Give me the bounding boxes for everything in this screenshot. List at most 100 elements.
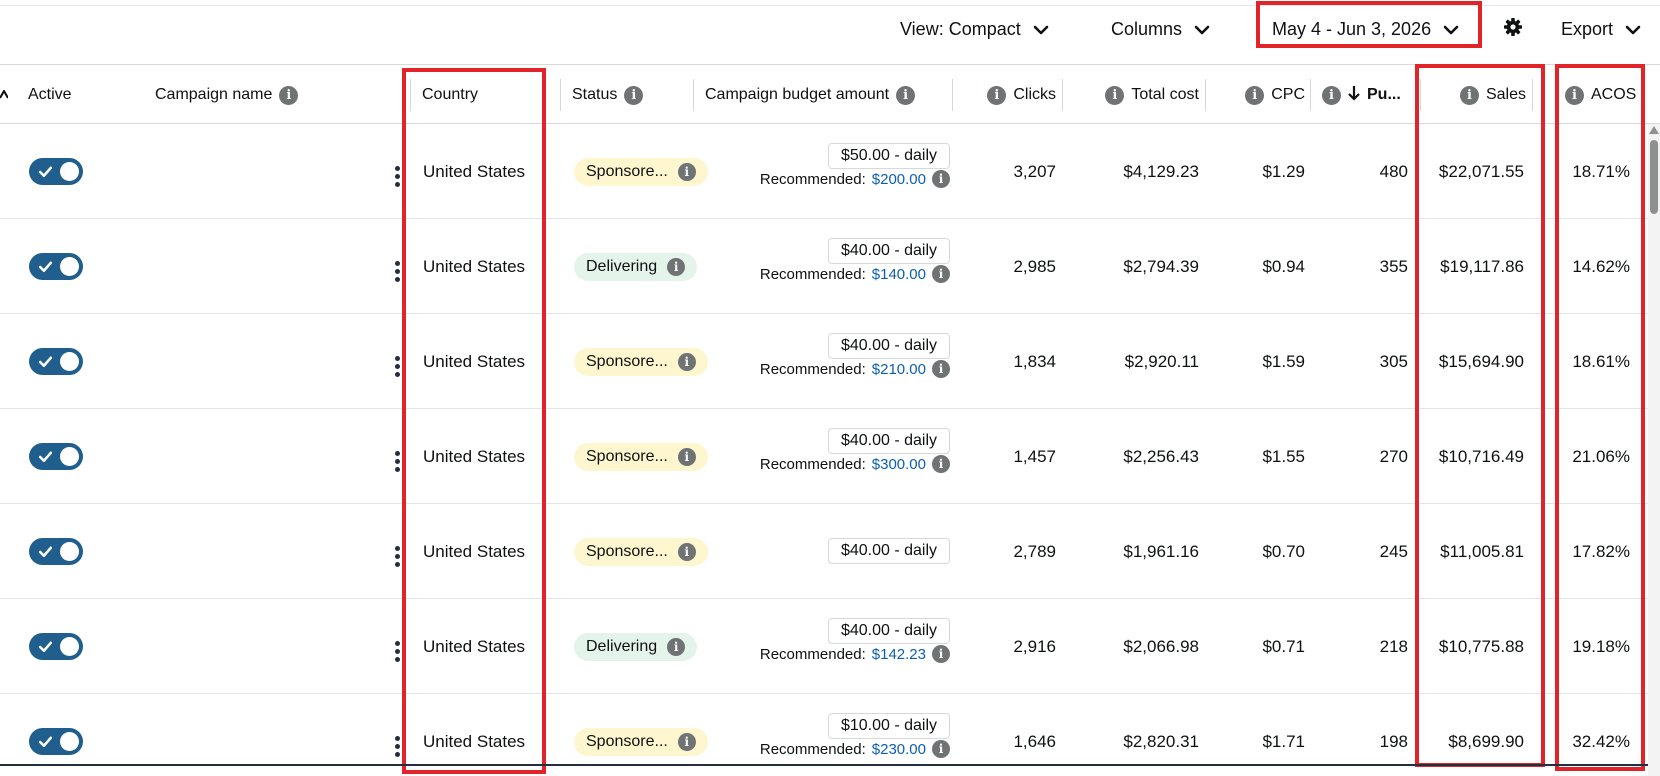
- info-icon[interactable]: i: [677, 542, 696, 561]
- recommended-amount-link[interactable]: $210.00: [872, 361, 926, 378]
- info-icon[interactable]: i: [987, 85, 1007, 105]
- column-divider[interactable]: [1532, 79, 1533, 111]
- info-icon[interactable]: i: [624, 85, 644, 105]
- info-icon[interactable]: i: [932, 265, 950, 283]
- col-header-budget[interactable]: Campaign budget amount i: [705, 65, 916, 125]
- col-header-sales[interactable]: i Sales: [1428, 65, 1526, 125]
- info-icon[interactable]: i: [677, 162, 696, 181]
- status-badge[interactable]: Sponsore... i: [574, 442, 708, 471]
- table-row[interactable]: United States Delivering i $40.00 - dail…: [0, 219, 1650, 314]
- info-icon[interactable]: i: [677, 732, 696, 751]
- col-header-purchases[interactable]: i Pu...: [1322, 65, 1401, 125]
- info-icon[interactable]: i: [1322, 85, 1341, 105]
- budget-amount[interactable]: $40.00 - daily: [827, 618, 950, 644]
- col-header-country[interactable]: Country: [422, 65, 478, 125]
- table-row[interactable]: United States Sponsore... i $40.00 - dai…: [0, 314, 1650, 409]
- info-icon[interactable]: i: [896, 85, 916, 105]
- clicks-cell: 2,985: [960, 219, 1056, 314]
- view-dropdown[interactable]: View: Compact: [900, 6, 1049, 52]
- info-icon[interactable]: i: [677, 352, 696, 371]
- sort-down-arrow-icon: [1348, 85, 1360, 106]
- vertical-scrollbar[interactable]: [1648, 124, 1660, 776]
- status-badge[interactable]: Sponsore... i: [574, 727, 708, 756]
- col-header-cpc[interactable]: i CPC: [1213, 65, 1305, 125]
- export-label: Export: [1561, 18, 1614, 39]
- column-divider[interactable]: [1062, 79, 1063, 111]
- recommended-amount-link[interactable]: $140.00: [872, 266, 926, 283]
- recommended-budget: Recommended: $200.00 i: [760, 170, 950, 188]
- more-options-icon[interactable]: [395, 261, 401, 285]
- active-toggle[interactable]: [29, 728, 83, 755]
- purchases-cell: 480: [1322, 124, 1408, 219]
- date-range-picker[interactable]: May 4 - Jun 3, 2026: [1272, 6, 1459, 52]
- status-badge[interactable]: Sponsore... i: [574, 537, 708, 566]
- col-header-acos[interactable]: i ACOS: [1565, 65, 1636, 125]
- active-toggle[interactable]: [29, 253, 83, 280]
- scroll-up-arrow-icon[interactable]: [1649, 126, 1659, 134]
- budget-amount[interactable]: $40.00 - daily: [827, 428, 950, 454]
- info-icon[interactable]: i: [667, 637, 686, 656]
- column-divider[interactable]: [1205, 79, 1206, 111]
- status-badge[interactable]: Delivering i: [574, 252, 698, 281]
- more-options-icon[interactable]: [395, 356, 401, 380]
- scrollbar-thumb[interactable]: [1650, 140, 1658, 214]
- col-header-total-cost[interactable]: i Total cost: [1070, 65, 1199, 125]
- info-icon[interactable]: i: [1105, 85, 1125, 105]
- budget-amount[interactable]: $10.00 - daily: [827, 713, 950, 739]
- budget-amount[interactable]: $50.00 - daily: [827, 143, 950, 169]
- sales-value: $11,005.81: [1440, 541, 1524, 561]
- sort-up-arrow-icon[interactable]: [0, 65, 8, 125]
- info-icon[interactable]: i: [1245, 85, 1265, 105]
- active-toggle[interactable]: [29, 633, 83, 660]
- column-divider[interactable]: [952, 79, 953, 111]
- col-header-status[interactable]: Status i: [572, 65, 644, 125]
- budget-value: $40.00 - daily: [840, 337, 937, 354]
- active-toggle[interactable]: [29, 158, 83, 185]
- more-options-icon[interactable]: [395, 451, 401, 475]
- budget-amount[interactable]: $40.00 - daily: [827, 238, 950, 264]
- active-toggle[interactable]: [29, 443, 83, 470]
- table-row[interactable]: United States Sponsore... i $50.00 - dai…: [0, 124, 1650, 219]
- more-options-icon[interactable]: [395, 546, 401, 570]
- export-dropdown[interactable]: Export: [1561, 6, 1641, 52]
- info-icon[interactable]: i: [932, 740, 950, 758]
- col-header-clicks[interactable]: i Clicks: [960, 65, 1056, 125]
- active-toggle[interactable]: [29, 538, 83, 565]
- recommended-amount-link[interactable]: $230.00: [872, 741, 926, 758]
- columns-dropdown[interactable]: Columns: [1111, 6, 1210, 52]
- more-options-icon[interactable]: [395, 641, 401, 665]
- status-badge[interactable]: Sponsore... i: [574, 157, 708, 186]
- col-header-campaign-name[interactable]: Campaign name i: [155, 65, 299, 125]
- settings-button[interactable]: [1503, 6, 1523, 52]
- recommended-amount-link[interactable]: $142.23: [872, 646, 926, 663]
- table-row[interactable]: United States Delivering i $40.00 - dail…: [0, 599, 1650, 694]
- budget-amount[interactable]: $40.00 - daily: [827, 333, 950, 359]
- info-icon[interactable]: i: [932, 455, 950, 473]
- budget-amount[interactable]: $40.00 - daily: [827, 538, 950, 564]
- column-divider[interactable]: [410, 79, 411, 111]
- status-badge[interactable]: Sponsore... i: [574, 347, 708, 376]
- column-divider[interactable]: [1310, 79, 1311, 111]
- info-icon[interactable]: i: [932, 170, 950, 188]
- info-icon[interactable]: i: [677, 447, 696, 466]
- status-badge[interactable]: Delivering i: [574, 632, 698, 661]
- info-icon[interactable]: i: [932, 360, 950, 378]
- header-label: Total cost: [1131, 86, 1199, 103]
- status-label: Sponsore...: [586, 352, 668, 370]
- recommended-amount-link[interactable]: $200.00: [872, 171, 926, 188]
- table-row[interactable]: United States Sponsore... i $40.00 - dai…: [0, 409, 1650, 504]
- table-row[interactable]: United States Sponsore... i $40.00 - dai…: [0, 504, 1650, 599]
- more-options-icon[interactable]: [395, 166, 401, 190]
- info-icon[interactable]: i: [279, 85, 299, 105]
- column-divider[interactable]: [560, 79, 561, 111]
- column-divider[interactable]: [693, 79, 694, 111]
- recommended-amount-link[interactable]: $300.00: [872, 456, 926, 473]
- active-toggle[interactable]: [29, 348, 83, 375]
- column-divider[interactable]: [1420, 79, 1421, 111]
- info-icon[interactable]: i: [1459, 85, 1479, 105]
- col-header-active[interactable]: Active: [28, 65, 72, 125]
- info-icon[interactable]: i: [1565, 85, 1584, 105]
- more-options-icon[interactable]: [395, 736, 401, 760]
- info-icon[interactable]: i: [932, 645, 950, 663]
- info-icon[interactable]: i: [667, 257, 686, 276]
